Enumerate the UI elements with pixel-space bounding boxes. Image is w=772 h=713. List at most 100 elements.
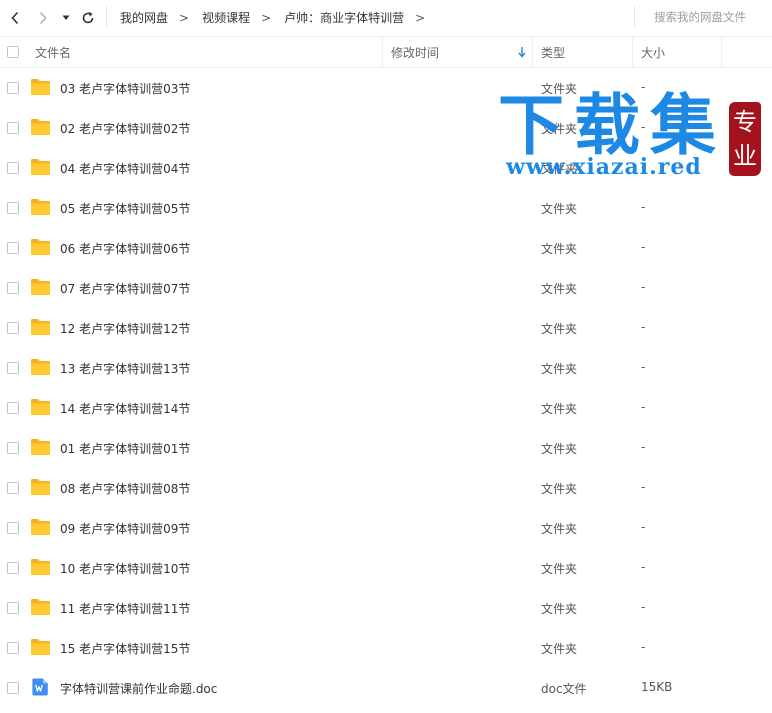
file-name[interactable]: 字体特训营课前作业命题.doc — [60, 680, 217, 697]
file-row[interactable]: 12 老卢字体特训营12节 文件夹 - — [0, 308, 772, 348]
file-size: - — [641, 160, 646, 174]
file-size: - — [641, 360, 646, 374]
row-checkbox[interactable] — [7, 82, 19, 94]
column-divider[interactable] — [632, 37, 633, 67]
file-size: - — [641, 240, 646, 254]
forward-button[interactable] — [32, 7, 54, 29]
file-row[interactable]: 15 老卢字体特训营15节 文件夹 - — [0, 628, 772, 668]
file-name[interactable]: 06 老卢字体特训营06节 — [60, 240, 190, 257]
breadcrumb-separator[interactable]: > — [415, 11, 425, 25]
row-checkbox[interactable] — [7, 522, 19, 534]
row-checkbox[interactable] — [7, 482, 19, 494]
folder-icon — [30, 638, 51, 656]
file-name[interactable]: 14 老卢字体特训营14节 — [60, 400, 190, 417]
file-name[interactable]: 03 老卢字体特训营03节 — [60, 80, 190, 97]
sort-descending-icon[interactable] — [518, 46, 526, 58]
row-checkbox[interactable] — [7, 322, 19, 334]
file-type: 文件夹 — [541, 442, 578, 456]
column-divider[interactable] — [382, 37, 383, 67]
folder-icon — [30, 118, 51, 136]
file-type: 文件夹 — [541, 122, 578, 136]
folder-icon — [30, 158, 51, 176]
row-checkbox[interactable] — [7, 162, 19, 174]
file-row[interactable]: 字体特训营课前作业命题.doc doc文件 15KB — [0, 668, 772, 708]
chevron-right-icon — [39, 11, 47, 25]
file-row[interactable]: 04 老卢字体特训营04节 文件夹 - — [0, 148, 772, 188]
row-checkbox[interactable] — [7, 122, 19, 134]
file-type: 文件夹 — [541, 282, 578, 296]
row-checkbox[interactable] — [7, 242, 19, 254]
row-checkbox[interactable] — [7, 602, 19, 614]
file-name[interactable]: 08 老卢字体特训营08节 — [60, 480, 190, 497]
file-type: 文件夹 — [541, 202, 578, 216]
breadcrumb-separator: > — [179, 10, 190, 25]
breadcrumb: 我的网盘 > 视频课程 > 卢帅：商业字体特训营 > — [120, 9, 438, 26]
file-size: - — [641, 80, 646, 94]
file-name[interactable]: 10 老卢字体特训营10节 — [60, 560, 190, 577]
file-type: 文件夹 — [541, 162, 578, 176]
file-type: 文件夹 — [541, 402, 578, 416]
breadcrumb-item-my-drive[interactable]: 我的网盘 — [120, 9, 168, 26]
file-row[interactable]: 01 老卢字体特训营01节 文件夹 - — [0, 428, 772, 468]
file-name[interactable]: 05 老卢字体特训营05节 — [60, 200, 190, 217]
column-divider[interactable] — [532, 37, 533, 67]
file-name[interactable]: 09 老卢字体特训营09节 — [60, 520, 190, 537]
row-checkbox[interactable] — [7, 442, 19, 454]
refresh-button[interactable] — [77, 7, 99, 29]
row-checkbox[interactable] — [7, 562, 19, 574]
file-type: doc文件 — [541, 682, 587, 696]
file-row[interactable]: 05 老卢字体特训营05节 文件夹 - — [0, 188, 772, 228]
back-button[interactable] — [4, 7, 26, 29]
file-row[interactable]: 07 老卢字体特训营07节 文件夹 - — [0, 268, 772, 308]
file-size: - — [641, 320, 646, 334]
file-type: 文件夹 — [541, 482, 578, 496]
file-name[interactable]: 13 老卢字体特训营13节 — [60, 360, 190, 377]
file-type: 文件夹 — [541, 562, 578, 576]
row-checkbox[interactable] — [7, 202, 19, 214]
folder-icon — [30, 558, 51, 576]
row-checkbox[interactable] — [7, 362, 19, 374]
file-row[interactable]: 14 老卢字体特训营14节 文件夹 - — [0, 388, 772, 428]
column-header-size[interactable]: 大小 — [641, 37, 665, 67]
file-size: - — [641, 120, 646, 134]
file-name[interactable]: 01 老卢字体特训营01节 — [60, 440, 190, 457]
history-dropdown-button[interactable] — [58, 7, 74, 29]
file-name[interactable]: 12 老卢字体特训营12节 — [60, 320, 190, 337]
folder-icon — [30, 598, 51, 616]
file-type: 文件夹 — [541, 322, 578, 336]
file-row[interactable]: 09 老卢字体特训营09节 文件夹 - — [0, 508, 772, 548]
column-header-type[interactable]: 类型 — [541, 37, 565, 67]
file-name[interactable]: 07 老卢字体特训营07节 — [60, 280, 190, 297]
file-size: - — [641, 280, 646, 294]
file-row[interactable]: 11 老卢字体特训营11节 文件夹 - — [0, 588, 772, 628]
file-list: 03 老卢字体特训营03节 文件夹 -02 老卢字体特训营02节 文件夹 -04 老卢字… — [0, 68, 772, 708]
file-name[interactable]: 15 老卢字体特训营15节 — [60, 640, 190, 657]
file-name[interactable]: 11 老卢字体特训营11节 — [60, 600, 190, 617]
caret-down-icon — [62, 15, 70, 20]
row-checkbox[interactable] — [7, 402, 19, 414]
file-row[interactable]: 10 老卢字体特训营10节 文件夹 - — [0, 548, 772, 588]
file-type: 文件夹 — [541, 362, 578, 376]
breadcrumb-item-video-courses[interactable]: 视频课程 — [202, 9, 250, 26]
row-checkbox[interactable] — [7, 682, 19, 694]
file-size: - — [641, 520, 646, 534]
select-all-checkbox[interactable] — [7, 46, 19, 58]
file-row[interactable]: 13 老卢字体特训营13节 文件夹 - — [0, 348, 772, 388]
breadcrumb-item-current-folder[interactable]: 卢帅：商业字体特训营 — [284, 9, 404, 26]
folder-icon — [30, 78, 51, 96]
folder-icon — [30, 518, 51, 536]
column-header-name[interactable]: 文件名 — [35, 37, 71, 67]
file-row[interactable]: 03 老卢字体特训营03节 文件夹 - — [0, 68, 772, 108]
file-row[interactable]: 02 老卢字体特训营02节 文件夹 - — [0, 108, 772, 148]
chevron-left-icon — [11, 11, 19, 25]
file-row[interactable]: 06 老卢字体特训营06节 文件夹 - — [0, 228, 772, 268]
file-name[interactable]: 04 老卢字体特训营04节 — [60, 160, 190, 177]
file-list-header: 文件名 修改时间 类型 大小 — [0, 36, 772, 68]
file-name[interactable]: 02 老卢字体特训营02节 — [60, 120, 190, 137]
row-checkbox[interactable] — [7, 642, 19, 654]
search-input[interactable] — [635, 6, 772, 28]
column-header-modified[interactable]: 修改时间 — [391, 37, 439, 67]
row-checkbox[interactable] — [7, 282, 19, 294]
file-row[interactable]: 08 老卢字体特训营08节 文件夹 - — [0, 468, 772, 508]
column-divider[interactable] — [721, 37, 722, 67]
